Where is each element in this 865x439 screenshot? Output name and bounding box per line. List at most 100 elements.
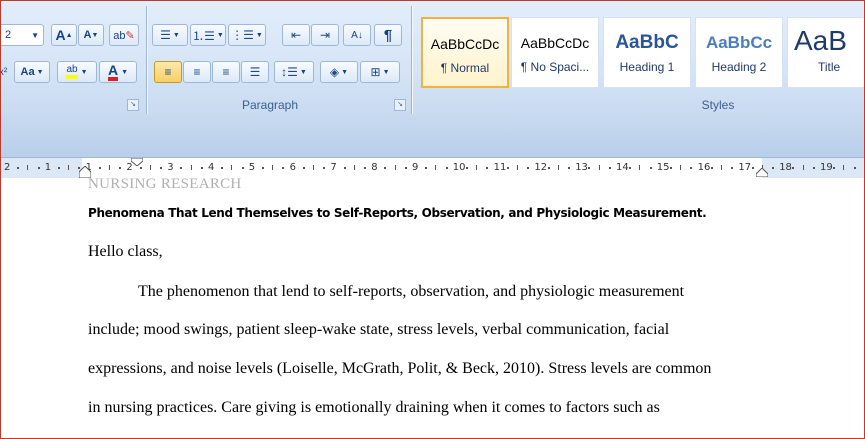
ruler-tick: [608, 167, 611, 169]
ruler-tick: [241, 167, 244, 169]
style-sample: AaBbCcDc: [430, 36, 500, 52]
ruler-tick: [802, 165, 804, 170]
document-page[interactable]: NURSING RESEARCH Phenomena That Lend The…: [0, 176, 865, 439]
multilevel-list-button[interactable]: ⋮☰ ▼: [228, 24, 266, 46]
change-case-icon: Aa: [20, 66, 35, 78]
align-center-button[interactable]: ≡: [183, 61, 211, 83]
ruler-tick: [843, 165, 845, 170]
ruler-tick: [160, 167, 162, 169]
body-line: expressions, and noise levels (Loiselle,…: [88, 360, 712, 377]
style-sample: AaBbCc: [705, 33, 773, 52]
ruler-number: 5: [248, 162, 256, 173]
style-name: Title: [818, 60, 841, 74]
ruler-tick: [231, 165, 233, 170]
ruler-number: 4: [208, 162, 215, 173]
styles-group-label: Styles: [701, 98, 735, 112]
grow-font-button[interactable]: A ▲: [51, 24, 77, 46]
bullets-button[interactable]: ☰ ▼: [152, 24, 188, 46]
body-line: in nursing practices. Care giving is emo…: [88, 399, 660, 416]
align-right-button[interactable]: ≡: [212, 61, 240, 83]
document-heading: Phenomena That Lend Themselves to Self-R…: [88, 206, 707, 220]
ruler-number: 9: [412, 162, 419, 173]
style-title[interactable]: AaB Title: [787, 17, 865, 88]
ruler-tick: [476, 165, 478, 170]
borders-button[interactable]: ⊞ ▼: [360, 61, 400, 83]
borders-icon: ⊞: [370, 65, 381, 79]
ruler-tick: [58, 167, 60, 169]
ribbon: 2 ▼ A ▲ A ▼ ab✎ x² Aa ▼ ab ▼ A ▼ ↘ ☰ ▼ ⒈☰ ▼ ⋮☰ ▼…: [0, 0, 865, 117]
ruler-number: 2: [4, 162, 11, 173]
ruler-tick: [639, 165, 641, 170]
style-name: Heading 1: [619, 60, 675, 74]
justify-button[interactable]: ☰: [241, 61, 269, 83]
ruler-tick: [221, 167, 224, 169]
style-heading-1[interactable]: AaBbC Heading 1: [603, 17, 691, 88]
first-line-indent-marker-icon[interactable]: [131, 158, 143, 166]
shading-button[interactable]: ◈ ▼: [320, 61, 358, 83]
style-normal[interactable]: AaBbCcDc ¶ Normal: [421, 17, 509, 88]
ruler-number: 12: [534, 162, 548, 173]
paragraph-dialog-launcher[interactable]: ↘: [394, 99, 406, 111]
ruler-number: 14: [616, 162, 629, 173]
numbering-icon: ⒈☰: [192, 28, 215, 43]
ruler-tick: [527, 167, 530, 169]
multilevel-list-icon: ⋮☰: [231, 28, 254, 42]
decrease-indent-icon: ⇤: [290, 28, 302, 42]
ruler-tick: [833, 167, 836, 169]
ruler-tick: [486, 167, 489, 169]
ruler-number: 8: [371, 162, 378, 173]
ruler-tick: [68, 165, 70, 170]
body-line: include; mood swings, patient sleep-wake…: [88, 321, 670, 338]
greeting-line: Hello class,: [88, 243, 163, 260]
ruler-tick: [649, 167, 652, 169]
clear-formatting-button[interactable]: ab✎: [109, 24, 139, 46]
style-no-spacing[interactable]: AaBbCcDc ¶ No Spaci...: [511, 17, 599, 88]
style-sample: AaBbC: [615, 32, 679, 53]
ruler-tick: [598, 165, 600, 170]
ruler-tick: [313, 165, 314, 170]
ruler-number: 3: [167, 162, 174, 173]
ruler-number: 6: [289, 162, 296, 173]
shrink-font-button[interactable]: A ▼: [78, 24, 104, 46]
ruler-tick: [568, 167, 570, 169]
ruler-tick: [506, 167, 509, 169]
ruler-tick: [680, 165, 682, 170]
font-dialog-launcher[interactable]: ↘: [127, 99, 139, 111]
change-case-button[interactable]: Aa ▼: [14, 61, 50, 83]
ruler-number: 19: [820, 162, 833, 173]
body-line: The phenomenon that lend to self-reports…: [138, 283, 685, 300]
text-highlight-button[interactable]: ab ▼: [57, 61, 97, 83]
highlighter-icon: ab: [66, 65, 78, 79]
ruler-tick: [792, 167, 795, 169]
ribbon-bottom-band: [0, 117, 865, 157]
line-spacing-button[interactable]: ↕☰ ▼: [274, 61, 314, 83]
ruler-tick: [272, 165, 274, 170]
ruler-tick: [262, 167, 264, 169]
ruler-tick: [547, 167, 550, 169]
ruler-tick: [812, 167, 815, 169]
ruler-tick: [200, 167, 203, 169]
decrease-indent-button[interactable]: ⇤: [282, 24, 310, 46]
ruler-tick: [629, 167, 632, 169]
increase-indent-button[interactable]: ⇥: [311, 24, 339, 46]
font-size-select[interactable]: 2 ▼: [0, 24, 44, 46]
ruler-tick: [710, 167, 713, 169]
align-left-button[interactable]: ≡: [154, 61, 182, 83]
sort-button[interactable]: A↓: [343, 24, 371, 46]
ruler-tick: [139, 167, 142, 169]
ruler-tick: [343, 167, 346, 169]
ruler-tick: [772, 167, 774, 169]
show-hide-marks-button[interactable]: ¶: [374, 24, 402, 46]
right-indent-marker-icon[interactable]: [756, 168, 768, 177]
style-heading-2[interactable]: AaBbCc Heading 2: [695, 17, 783, 88]
ruler-tick: [425, 167, 428, 169]
numbering-button[interactable]: ⒈☰ ▼: [190, 24, 226, 46]
style-sample: AaBbCcDc: [520, 35, 590, 51]
grow-font-icon: A: [55, 27, 66, 43]
ruler-number: 15: [656, 162, 670, 173]
superscript-button[interactable]: x²: [0, 61, 10, 83]
ruler-number: 10: [452, 162, 466, 173]
font-color-button[interactable]: A ▼: [99, 61, 137, 83]
paint-bucket-icon: ◈: [329, 65, 340, 79]
ruler-tick: [588, 167, 591, 169]
